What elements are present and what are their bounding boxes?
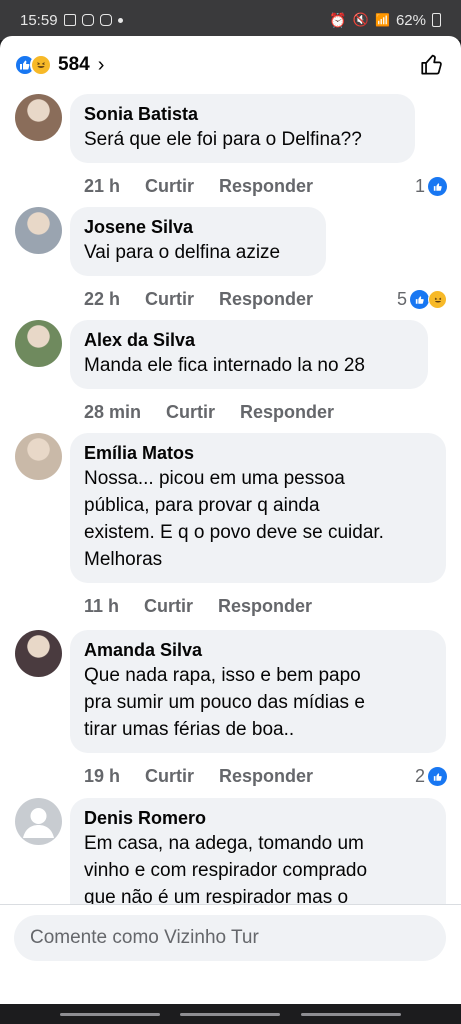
comment-actions: 28 min Curtir Responder bbox=[84, 402, 334, 423]
comment-text-line: Manda ele fica internado la no 28 bbox=[84, 355, 365, 376]
like-comment-button[interactable]: Curtir bbox=[145, 289, 194, 310]
comment-reaction-count[interactable]: 5 bbox=[397, 289, 447, 310]
comment-reaction-count[interactable]: 1 bbox=[415, 176, 447, 197]
comment-bubble[interactable]: Sonia Batista Será que ele foi para o Del… bbox=[70, 94, 415, 163]
reply-button[interactable]: Responder bbox=[240, 402, 334, 423]
comment-input[interactable] bbox=[14, 915, 446, 961]
instagram-notification-icon-2 bbox=[99, 14, 112, 26]
mute-icon: 🔇 bbox=[352, 12, 370, 27]
comment-text-line: existem. E q o povo deve se cuidar. bbox=[84, 522, 384, 543]
avatar[interactable] bbox=[15, 320, 62, 367]
sheet-header: 584 › bbox=[0, 36, 461, 94]
comment-bubble[interactable]: Alex da Silva Manda ele fica internado la… bbox=[70, 320, 428, 389]
reaction-number: 1 bbox=[414, 176, 425, 196]
instagram-notification-icon bbox=[81, 14, 94, 26]
avatar[interactable] bbox=[15, 207, 62, 254]
battery-icon bbox=[432, 13, 441, 27]
like-reaction-icon bbox=[410, 290, 429, 309]
gallery-notification-icon bbox=[63, 14, 76, 26]
comment-timestamp[interactable]: 11 h bbox=[84, 596, 119, 617]
battery-label: 62% bbox=[395, 11, 426, 29]
comment-text-line: pra sumir um pouco das mídias e bbox=[84, 692, 365, 713]
comment-author[interactable]: Sonia Batista bbox=[84, 102, 400, 126]
comment-text-line: Nossa... picou em uma pessoa bbox=[84, 468, 345, 489]
chevron-right-icon: › bbox=[97, 53, 105, 76]
comment-author[interactable]: Emília Matos bbox=[84, 441, 431, 465]
like-post-button[interactable] bbox=[417, 50, 447, 80]
reaction-icons bbox=[14, 54, 52, 76]
status-time: 15:59 bbox=[20, 11, 58, 29]
comment-timestamp[interactable]: 21 h bbox=[84, 176, 120, 197]
comment-actions: 22 h Curtir Responder bbox=[84, 289, 313, 310]
status-bar: 15:59 ⏰ 🔇 📶 62% bbox=[0, 0, 461, 40]
reply-button[interactable]: Responder bbox=[219, 289, 313, 310]
reaction-number: 5 bbox=[396, 289, 407, 309]
reaction-number: 2 bbox=[414, 766, 425, 786]
comment-reaction-count[interactable]: 2 bbox=[415, 766, 447, 787]
comment-timestamp[interactable]: 22 h bbox=[84, 289, 120, 310]
nav-home-button[interactable] bbox=[180, 1012, 281, 1016]
comment-author[interactable]: Amanda Silva bbox=[84, 638, 431, 662]
thumbs-up-icon bbox=[421, 54, 442, 75]
haha-reaction-icon bbox=[30, 54, 52, 76]
comment-author[interactable]: Alex da Silva bbox=[84, 328, 413, 352]
comment-text-line: Melhoras bbox=[84, 549, 163, 570]
comment-author[interactable]: Josene Silva bbox=[84, 215, 311, 239]
reaction-count: 584 bbox=[58, 54, 90, 75]
reaction-summary[interactable]: 584 › bbox=[14, 54, 104, 77]
nav-recents-button[interactable] bbox=[60, 1012, 161, 1016]
avatar[interactable] bbox=[15, 630, 62, 677]
like-comment-button[interactable]: Curtir bbox=[145, 766, 194, 787]
haha-reaction-icon bbox=[428, 290, 447, 309]
comment-timestamp[interactable]: 19 h bbox=[84, 766, 120, 787]
more-notifications-icon bbox=[117, 17, 123, 23]
alarm-icon: ⏰ bbox=[329, 11, 347, 28]
comment-text-line: Vai para o delfina azize bbox=[84, 242, 281, 263]
comment-bubble[interactable]: Emília Matos Nossa... picou em uma pessoa… bbox=[70, 433, 446, 583]
avatar[interactable] bbox=[15, 433, 62, 480]
reply-button[interactable]: Responder bbox=[219, 176, 313, 197]
comment-text-line: Que nada rapa, isso e bem papo bbox=[84, 665, 361, 686]
comment-composer bbox=[0, 904, 461, 968]
comment-text-line: Em casa, na adega, tomando um bbox=[84, 833, 364, 854]
comment-timestamp[interactable]: 28 min bbox=[84, 402, 141, 423]
like-reaction-icon bbox=[428, 767, 447, 786]
reply-button[interactable]: Responder bbox=[219, 766, 313, 787]
avatar[interactable] bbox=[15, 94, 62, 141]
like-comment-button[interactable]: Curtir bbox=[166, 402, 215, 423]
comment-actions: 21 h Curtir Responder bbox=[84, 176, 313, 197]
comment-text-line: vinho e com respirador comprado bbox=[84, 860, 368, 881]
reply-button[interactable]: Responder bbox=[218, 596, 312, 617]
comment-bubble[interactable]: Amanda Silva Que nada rapa, isso e bem pa… bbox=[70, 630, 446, 753]
like-comment-button[interactable]: Curtir bbox=[144, 596, 193, 617]
comment-text-line: pública, para provar q ainda bbox=[84, 495, 320, 516]
avatar[interactable] bbox=[15, 798, 62, 845]
like-reaction-icon bbox=[428, 177, 447, 196]
comment-actions: 19 h Curtir Responder bbox=[84, 766, 313, 787]
comment-bubble[interactable]: Josene Silva Vai para o delfina azize bbox=[70, 207, 326, 276]
comment-text-line: tirar umas férias de boa.. bbox=[84, 719, 295, 740]
system-nav-bar bbox=[0, 1004, 461, 1024]
nav-back-button[interactable] bbox=[300, 1012, 401, 1016]
wifi-icon: 📶 bbox=[375, 13, 390, 27]
like-comment-button[interactable]: Curtir bbox=[145, 176, 194, 197]
comment-actions: 11 h Curtir Responder bbox=[84, 596, 312, 617]
comment-author[interactable]: Denis Romero bbox=[84, 806, 431, 830]
comment-text-line: Será que ele foi para o Delfina?? bbox=[84, 129, 362, 150]
